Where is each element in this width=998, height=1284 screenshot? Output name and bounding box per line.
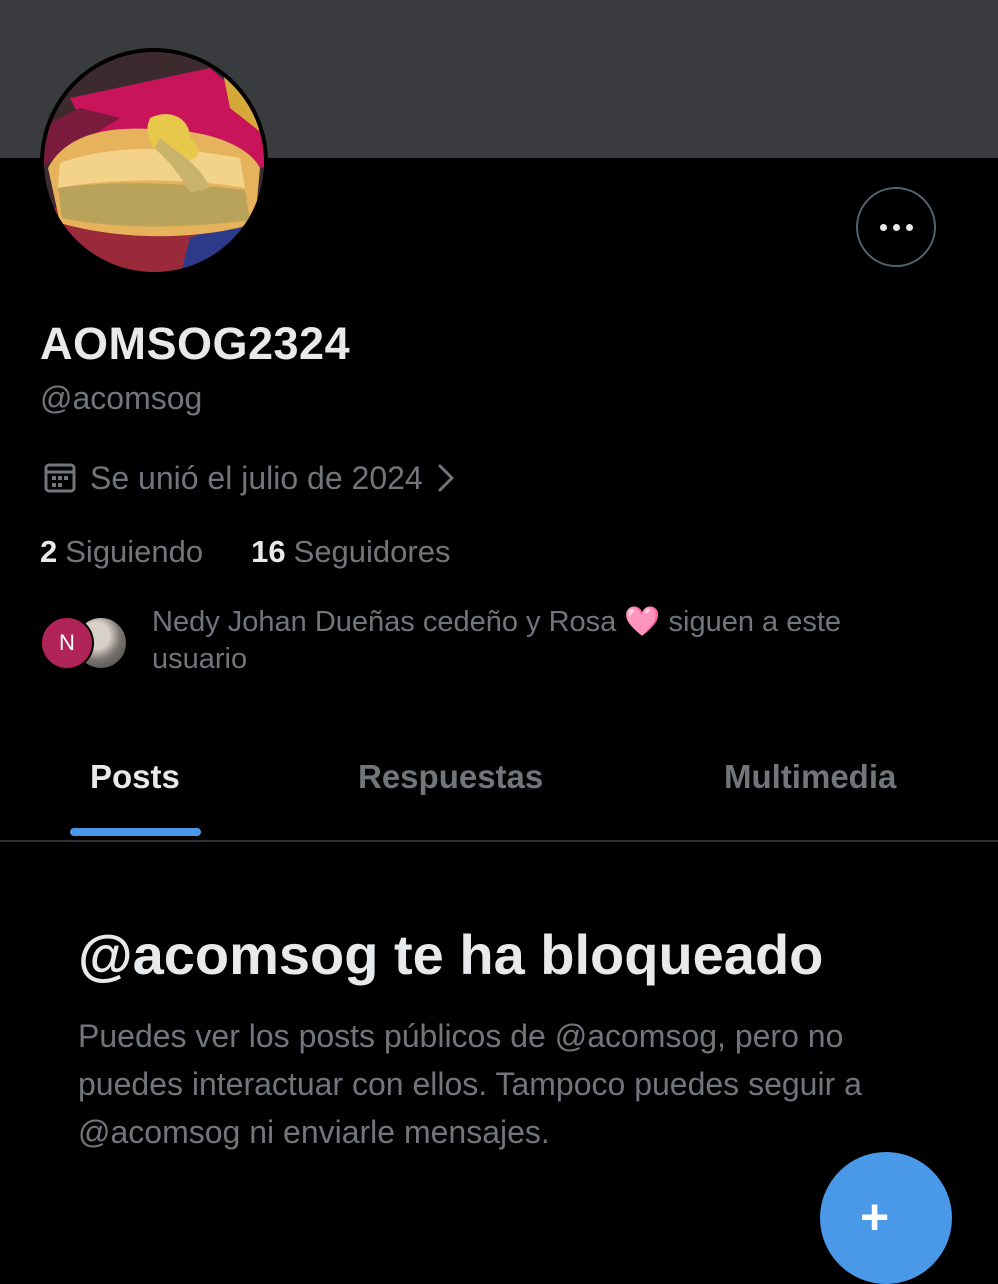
- join-date-text: Se unió el julio de 2024: [90, 459, 423, 496]
- profile-tabs: Posts Respuestas Multimedia: [0, 740, 998, 842]
- following-label: Siguiendo: [65, 534, 204, 569]
- mutual-followers[interactable]: N Nedy Johan Dueñas cedeño y Rosa 🩷 sigu…: [40, 604, 940, 684]
- mutual-avatars: N: [40, 616, 130, 670]
- followers-count: 16: [251, 534, 286, 569]
- active-tab-indicator: [70, 828, 201, 836]
- follow-stats: 2 Siguiendo 16 Seguidores: [40, 534, 498, 570]
- more-horizontal-icon: [879, 223, 887, 231]
- tab-respuestas[interactable]: Respuestas: [358, 758, 543, 796]
- mutual-followers-text: Nedy Johan Dueñas cedeño y Rosa 🩷 siguen…: [152, 606, 842, 675]
- username-handle: @acomsog: [40, 380, 203, 416]
- followers-stat[interactable]: 16 Seguidores: [251, 534, 450, 570]
- tab-posts[interactable]: Posts: [90, 758, 180, 796]
- calendar-icon: [44, 462, 76, 494]
- food-photo-avatar-icon: [44, 52, 264, 272]
- more-dot: [905, 223, 913, 231]
- tab-multimedia[interactable]: Multimedia: [724, 758, 896, 796]
- more-dot: [892, 223, 900, 231]
- followers-label: Seguidores: [293, 534, 451, 569]
- plus-icon: +: [860, 1189, 890, 1245]
- mutual-avatar-n: N: [40, 616, 94, 670]
- compose-post-button[interactable]: +: [820, 1152, 952, 1284]
- blocked-title: @acomsog te ha bloqueado: [78, 923, 824, 986]
- more-options-button[interactable]: [856, 187, 936, 267]
- following-stat[interactable]: 2 Siguiendo: [40, 534, 203, 570]
- profile-avatar[interactable]: [40, 48, 268, 276]
- display-name: AOMSOG2324: [40, 318, 351, 369]
- following-count: 2: [40, 534, 58, 569]
- join-date-row[interactable]: Se unió el julio de 2024: [44, 456, 455, 500]
- blocked-description: Puedes ver los posts públicos de @acomso…: [78, 1018, 862, 1150]
- chevron-right-icon: [437, 462, 455, 494]
